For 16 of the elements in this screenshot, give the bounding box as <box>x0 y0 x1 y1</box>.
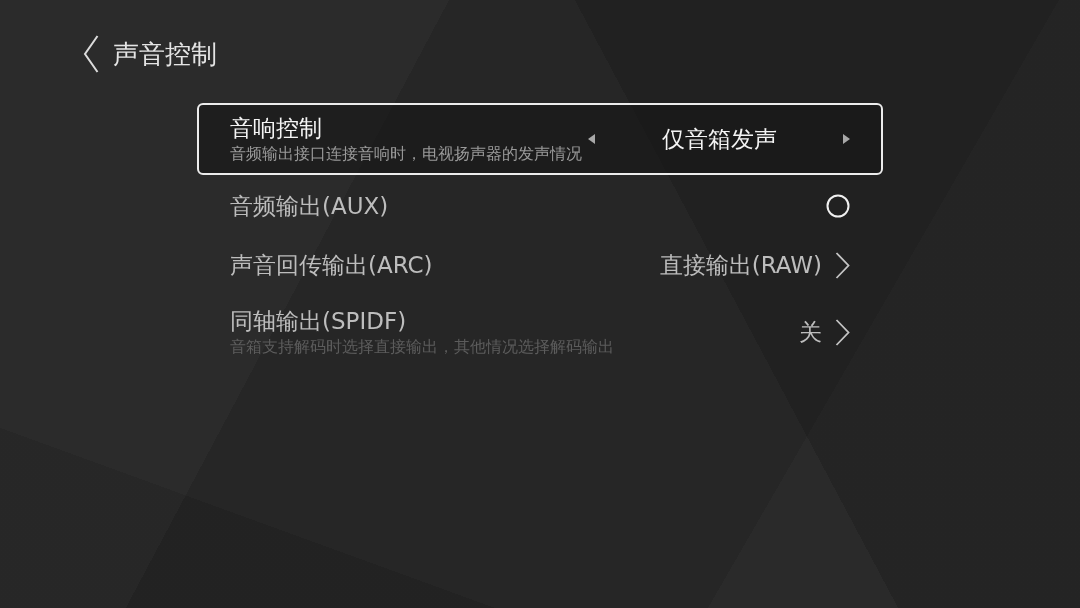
setting-value: 关 <box>799 318 822 346</box>
setting-label: 音响控制 <box>230 114 323 142</box>
setting-label[interactable]: 同轴输出(SPIDF) <box>230 307 614 335</box>
page-title: 声音控制 <box>113 38 217 71</box>
setting-label[interactable]: 声音回传输出(ARC) <box>230 251 433 279</box>
right-triangle-icon[interactable] <box>843 134 850 144</box>
back-chevron-icon[interactable] <box>83 35 99 73</box>
chevron-right-icon[interactable] <box>835 318 850 346</box>
focused-setting-row[interactable]: 音响控制 音频输出接口连接音响时，电视扬声器的发声情况 仅音箱发声 <box>197 103 883 175</box>
toggle-circle-icon[interactable] <box>826 194 850 218</box>
selector-value: 仅音箱发声 <box>661 125 777 153</box>
setting-description: 音频输出接口连接音响时，电视扬声器的发声情况 <box>230 144 582 164</box>
setting-value: 直接输出(RAW) <box>659 251 822 279</box>
left-triangle-icon[interactable] <box>588 134 595 144</box>
setting-label[interactable]: 音频输出(AUX) <box>230 192 389 220</box>
chevron-right-icon[interactable] <box>835 251 850 279</box>
